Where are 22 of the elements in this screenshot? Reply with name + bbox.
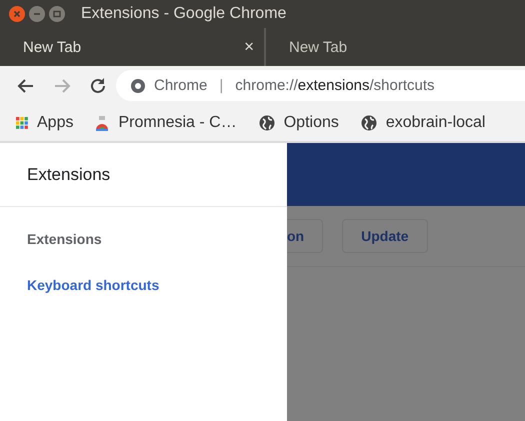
- bookmark-item[interactable]: Options: [258, 114, 339, 132]
- close-button[interactable]: [9, 6, 25, 22]
- bookmark-item[interactable]: exobrain-local: [360, 114, 486, 132]
- minimize-button[interactable]: [29, 6, 45, 22]
- window-title: Extensions - Google Chrome: [81, 5, 286, 23]
- address-bar[interactable]: Chrome | chrome://extensions/shortcuts: [116, 70, 525, 101]
- site-label: Chrome: [154, 77, 208, 94]
- apps-grid-icon: [16, 117, 28, 129]
- url-text: chrome://extensions/shortcuts: [235, 77, 435, 94]
- close-tab-icon[interactable]: ×: [244, 37, 254, 57]
- reload-button[interactable]: [88, 76, 108, 96]
- globe-icon: [360, 115, 377, 131]
- chrome-logo-icon: [130, 78, 146, 94]
- bookmark-item[interactable]: Apps: [16, 114, 74, 132]
- bookmark-item[interactable]: Promnesia - C…: [95, 114, 237, 132]
- drawer-item[interactable]: Keyboard shortcuts: [0, 277, 287, 293]
- browser-tab[interactable]: New Tab: [266, 28, 525, 66]
- globe-icon: [258, 115, 275, 131]
- app-icon: [95, 115, 110, 131]
- separator-text: |: [219, 77, 224, 94]
- maximize-button[interactable]: [49, 6, 65, 22]
- drawer-item[interactable]: Extensions: [0, 231, 287, 247]
